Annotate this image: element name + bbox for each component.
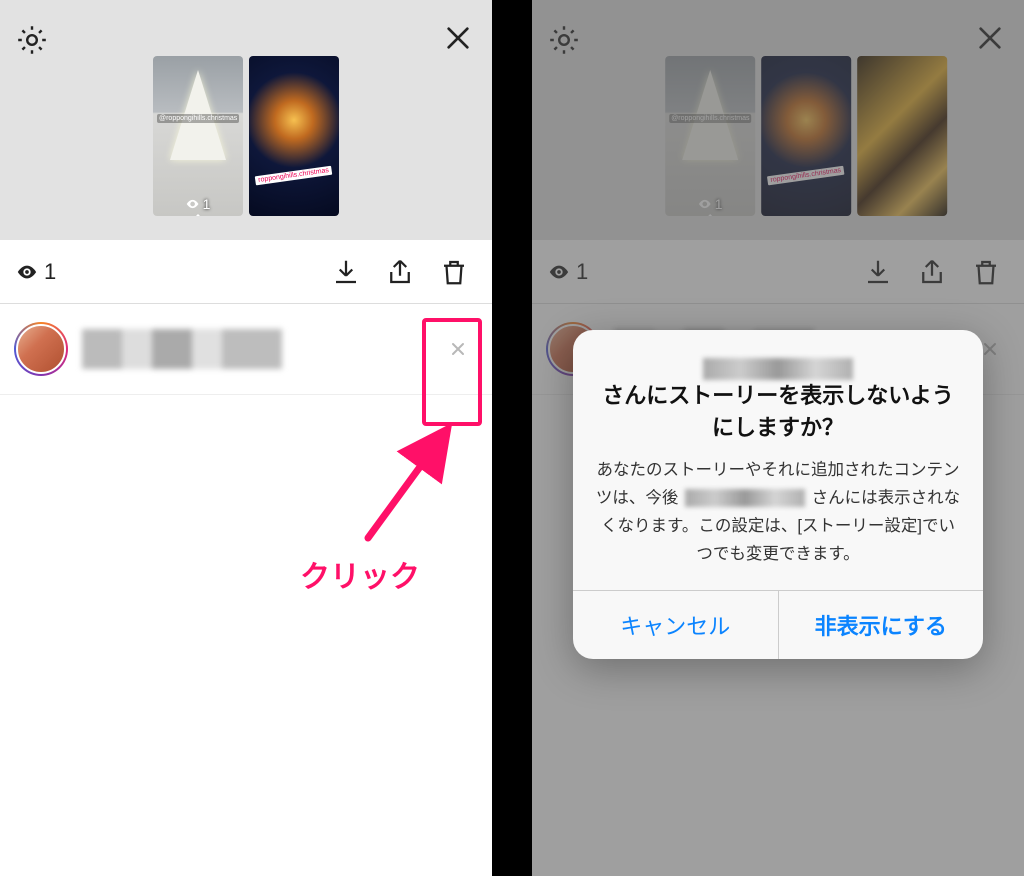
annotation-arrow-icon [348, 420, 468, 550]
thumb-view-count: 1 [186, 196, 211, 212]
thumb-tag: @roppongihills.christmas [157, 114, 239, 123]
thumb-tag: roppongihills.christmas [255, 166, 333, 186]
story-thumb-2[interactable]: roppongihills.christmas [249, 56, 339, 216]
close-icon[interactable] [442, 22, 474, 54]
viewer-list-item [0, 304, 492, 395]
story-toolbar: 1 [0, 240, 492, 304]
dialog-confirm-button[interactable]: 非表示にする [778, 591, 984, 659]
download-icon[interactable] [324, 250, 368, 294]
username-redacted [703, 358, 853, 380]
dialog-cancel-button[interactable]: キャンセル [573, 591, 778, 659]
viewer-username-redacted [82, 329, 282, 369]
story-thumb-1[interactable]: @roppongihills.christmas 1 [153, 56, 243, 216]
username-redacted [685, 489, 805, 507]
hide-story-dialog: さんにストーリーを表示しないようにしますか？ あなたのストーリーやそれに追加され… [573, 330, 983, 659]
story-header: @roppongihills.christmas 1 roppongihills… [0, 0, 492, 240]
hide-viewer-button[interactable] [444, 335, 472, 363]
share-icon[interactable] [378, 250, 422, 294]
settings-icon[interactable] [14, 22, 50, 58]
story-viewers-panel-right: @roppongihills.christmas 1 roppongihills… [532, 0, 1024, 876]
delete-icon[interactable] [432, 250, 476, 294]
story-thumbnails: @roppongihills.christmas 1 roppongihills… [153, 56, 339, 216]
story-viewers-panel-left: @roppongihills.christmas 1 roppongihills… [0, 0, 492, 876]
annotation-label: クリック [300, 552, 420, 596]
dialog-message: あなたのストーリーやそれに追加されたコンテンツは、今後 さんには表示されなくなり… [593, 456, 963, 568]
panel-divider [492, 0, 532, 876]
viewer-count: 1 [16, 259, 56, 285]
dialog-title: さんにストーリーを表示しないようにしますか？ [593, 358, 963, 444]
viewer-avatar[interactable] [14, 322, 68, 376]
